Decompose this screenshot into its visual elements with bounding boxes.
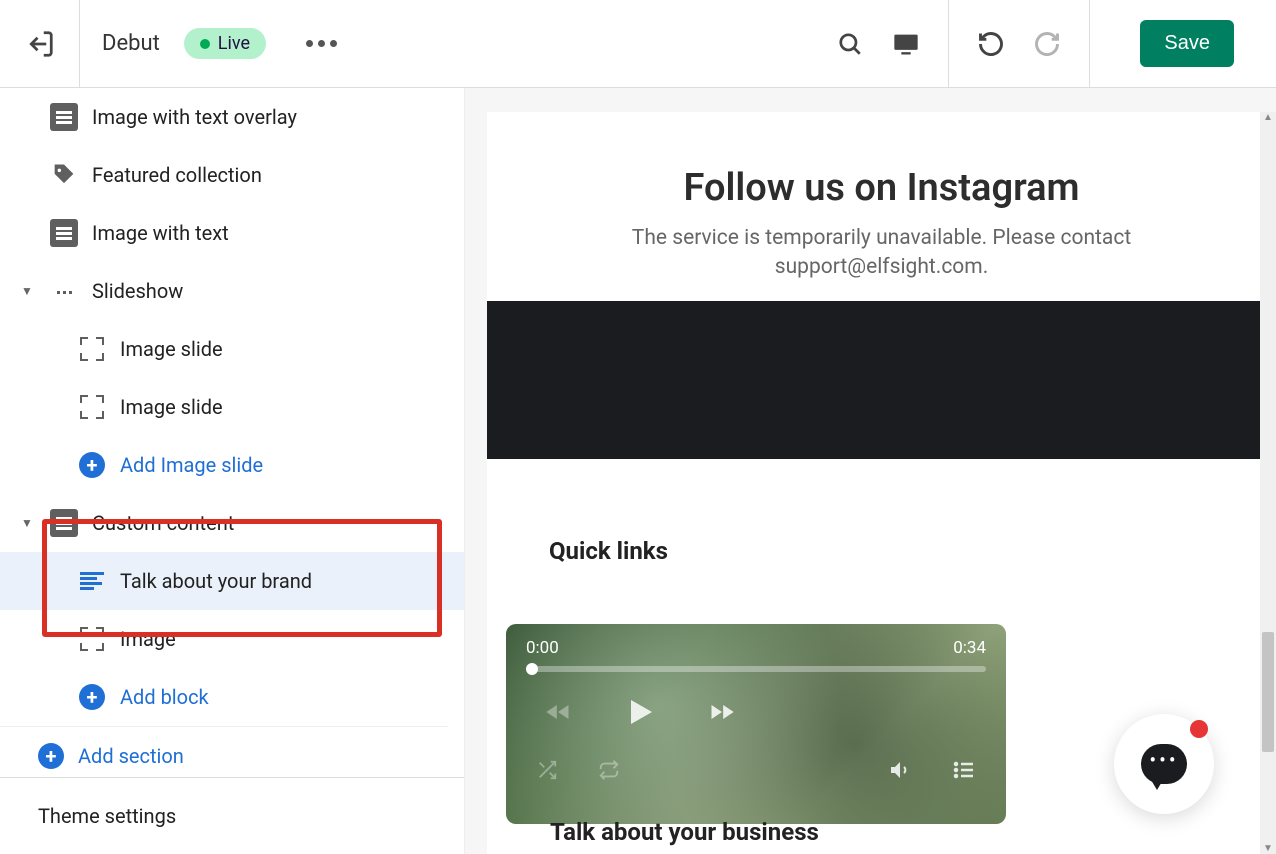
section-label: Image with text — [92, 221, 229, 245]
text-icon — [80, 572, 104, 590]
plus-icon: + — [79, 684, 105, 710]
redo-button[interactable] — [1033, 30, 1061, 58]
exit-icon — [25, 29, 55, 59]
exit-button[interactable] — [0, 0, 80, 88]
section-custom-content[interactable]: ▼ Custom content — [0, 494, 464, 552]
block-label: Talk about your brand — [120, 569, 312, 593]
forward-button[interactable] — [706, 698, 738, 726]
video-seekbar[interactable] — [526, 666, 986, 672]
preview-subtext: The service is temporarily unavailable. … — [487, 224, 1276, 283]
redo-icon — [1033, 29, 1061, 59]
frame-icon — [80, 337, 104, 361]
chat-widget-button[interactable] — [1114, 714, 1214, 814]
repeat-button[interactable] — [598, 759, 620, 781]
sidebar: Image with text overlay Featured collect… — [0, 88, 465, 854]
desktop-icon — [892, 29, 920, 59]
add-section-button[interactable]: + Add section — [0, 726, 448, 777]
section-image-text-overlay[interactable]: Image with text overlay — [0, 88, 464, 146]
live-dot-icon — [200, 39, 210, 49]
section-label: Custom content — [92, 511, 234, 535]
playlist-button[interactable] — [952, 758, 976, 782]
more-menu-button[interactable] — [306, 40, 337, 47]
save-button[interactable]: Save — [1140, 20, 1234, 67]
plus-icon: + — [79, 452, 105, 478]
theme-name: Debut — [102, 31, 160, 56]
text-block-icon — [50, 509, 78, 537]
block-image-slide-1[interactable]: Image slide — [0, 320, 464, 378]
preview-dark-band — [487, 301, 1276, 459]
add-image-slide-button[interactable]: + Add Image slide — [0, 436, 464, 494]
text-block-icon — [50, 103, 78, 131]
chat-icon — [1141, 744, 1187, 784]
caret-down-icon: ▼ — [18, 284, 36, 298]
undo-button[interactable] — [977, 30, 1005, 58]
section-featured-collection[interactable]: Featured collection — [0, 146, 464, 204]
topbar-title-area: Debut Live — [80, 28, 808, 59]
block-label: Image slide — [120, 395, 223, 419]
add-section-label: Add section — [78, 744, 184, 768]
topbar: Debut Live Save — [0, 0, 1276, 88]
frame-icon — [80, 627, 104, 651]
add-block-button[interactable]: + Add block — [0, 668, 464, 726]
undo-icon — [977, 29, 1005, 59]
theme-settings-label: Theme settings — [38, 804, 176, 828]
video-current-time: 0:00 — [526, 638, 559, 658]
topbar-actions: Save — [808, 0, 1276, 87]
section-image-with-text[interactable]: Image with text — [0, 204, 464, 262]
text-block-icon — [50, 219, 78, 247]
theme-settings-button[interactable]: Theme settings — [0, 777, 464, 854]
live-badge-label: Live — [218, 33, 250, 54]
block-label: Image — [120, 627, 176, 651]
frame-icon — [80, 395, 104, 419]
plus-icon: + — [38, 743, 64, 769]
tag-icon — [50, 161, 78, 189]
caret-down-icon: ▼ — [18, 516, 36, 530]
section-slideshow[interactable]: ▼ Slideshow — [0, 262, 464, 320]
add-link-label: Add block — [120, 685, 209, 709]
shuffle-button[interactable] — [536, 759, 558, 781]
preview-quick-links-heading: Quick links — [487, 459, 1276, 565]
block-image[interactable]: Image — [0, 610, 464, 668]
block-talk-about-brand[interactable]: Talk about your brand — [0, 552, 464, 610]
live-badge: Live — [184, 28, 266, 59]
video-duration: 0:34 — [953, 638, 986, 658]
viewport-button[interactable] — [892, 30, 920, 58]
rewind-button[interactable] — [542, 698, 574, 726]
search-icon — [837, 31, 863, 57]
add-link-label: Add Image slide — [120, 453, 263, 477]
search-button[interactable] — [836, 30, 864, 58]
preview-scrollbar[interactable] — [1260, 112, 1276, 854]
section-label: Slideshow — [92, 279, 183, 303]
video-player[interactable]: 0:00 0:34 — [506, 624, 1006, 824]
section-label: Image with text overlay — [92, 105, 297, 129]
block-label: Image slide — [120, 337, 223, 361]
preview-heading: Follow us on Instagram — [487, 112, 1276, 224]
sidebar-scroll[interactable]: Image with text overlay Featured collect… — [0, 88, 464, 777]
section-label: Featured collection — [92, 163, 262, 187]
volume-button[interactable] — [888, 758, 912, 782]
play-button[interactable] — [622, 694, 658, 730]
block-image-slide-2[interactable]: Image slide — [0, 378, 464, 436]
